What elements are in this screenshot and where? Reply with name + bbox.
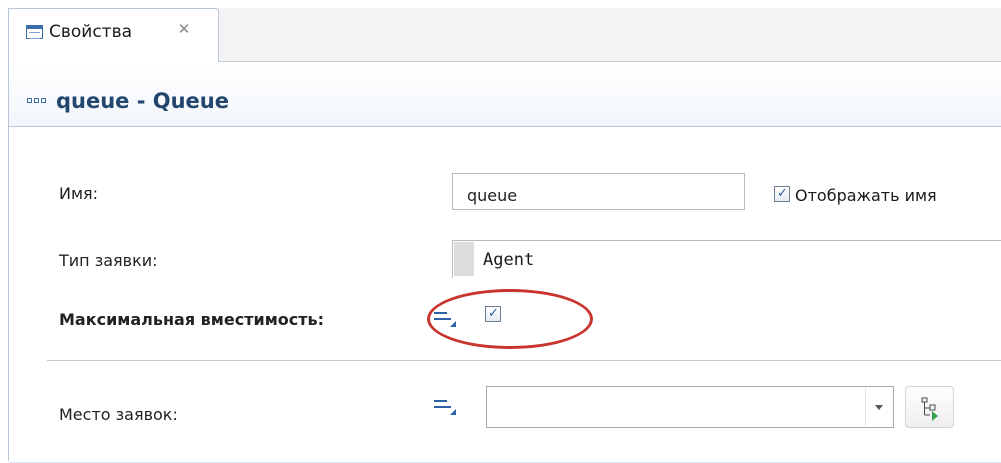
tab-bar: Свойства ✕: [9, 8, 1001, 62]
queue-block-icon: [27, 96, 49, 106]
agent-type-swatch: [454, 242, 474, 276]
combo-dropdown-button[interactable]: [865, 388, 892, 426]
agent-type-field[interactable]: Agent: [452, 240, 1001, 278]
properties-panel: Свойства ✕ queue - Queue Имя: ✓ Отобража…: [8, 8, 1001, 463]
close-icon[interactable]: ✕: [175, 20, 193, 38]
agent-type-label: Тип заявки:: [59, 251, 158, 270]
chevron-down-icon: [875, 405, 883, 410]
checkmark-icon: ✓: [777, 186, 788, 201]
highlight-ellipse: [427, 289, 593, 349]
select-location-button[interactable]: [905, 386, 954, 428]
show-name-label: Отображать имя: [795, 186, 937, 205]
tab-properties[interactable]: Свойства ✕: [9, 8, 219, 62]
properties-table-icon: [26, 25, 43, 39]
select-location-icon: [921, 397, 938, 421]
show-name-checkbox[interactable]: ✓: [774, 186, 790, 202]
agent-location-combo[interactable]: [486, 386, 894, 428]
section-divider: [47, 360, 1001, 361]
page-title: queue - Queue: [56, 89, 229, 113]
name-input[interactable]: [452, 173, 745, 210]
agent-location-label: Место заявок:: [59, 405, 178, 424]
agent-type-value: Agent: [483, 250, 535, 270]
name-label: Имя:: [59, 184, 99, 203]
static-value-icon[interactable]: [434, 397, 456, 415]
tab-properties-label: Свойства: [49, 22, 133, 42]
properties-header: queue - Queue: [9, 62, 1001, 127]
max-capacity-label: Максимальная вместимость:: [59, 310, 325, 329]
